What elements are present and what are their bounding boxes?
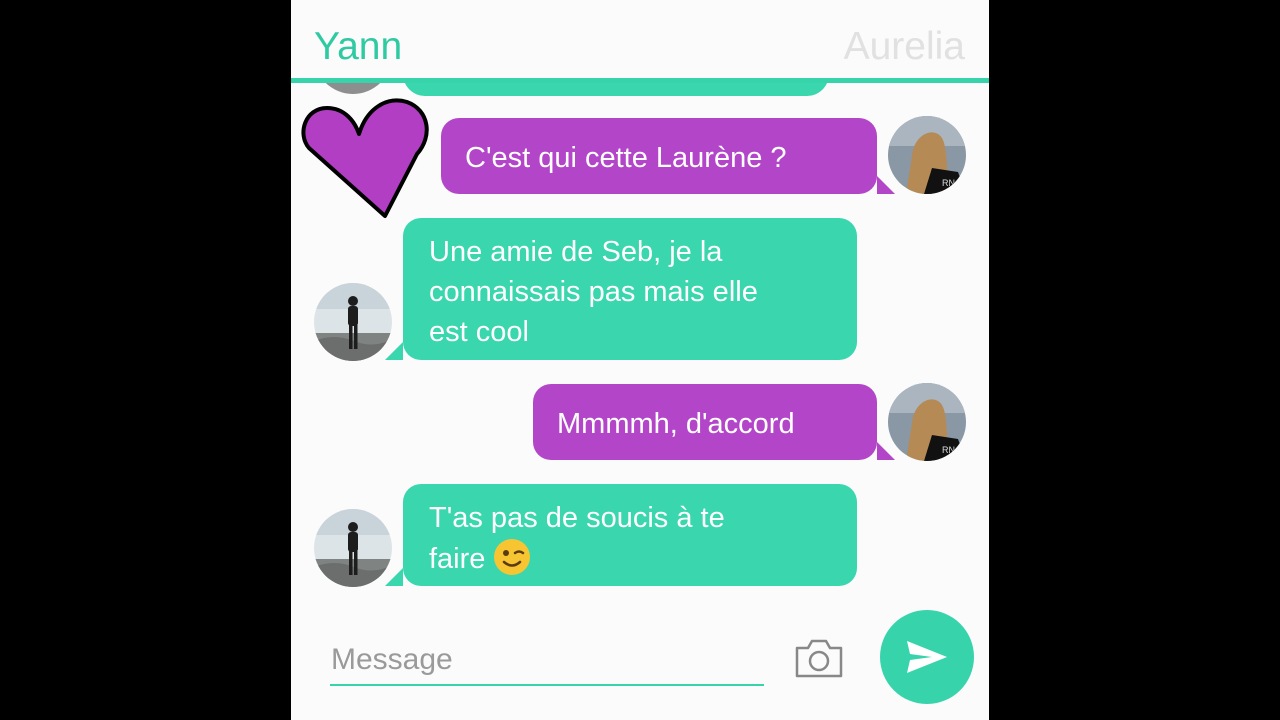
header-divider — [291, 78, 989, 83]
chat-header: Yann Aurelia — [291, 0, 989, 80]
bubble-tail — [385, 568, 403, 586]
svg-text:RNA: RNA — [942, 178, 961, 188]
message-bubble-aurelia-2: Mmmmh, d'accord — [533, 384, 877, 460]
message-text: C'est qui cette Laurène ? — [465, 142, 787, 174]
message-bubble-yann-1: Une amie de Seb, je la connaissais pas m… — [403, 218, 857, 360]
svg-text:RNA: RNA — [942, 445, 961, 455]
aurelia-avatar[interactable]: RNA — [888, 116, 966, 194]
send-icon — [907, 641, 947, 673]
message-line: connaissais pas mais elle — [429, 276, 758, 308]
message-input-underline — [330, 684, 764, 686]
message-bubble-aurelia-1: C'est qui cette Laurène ? — [441, 118, 877, 194]
winking-face-emoji — [494, 539, 531, 575]
yann-avatar[interactable] — [314, 283, 392, 361]
chat-screen: Yann Aurelia C'est qui cette Laurène ? R… — [291, 0, 989, 720]
message-line: faire — [429, 543, 486, 575]
message-line: T'as pas de soucis à te — [429, 502, 725, 534]
heart-icon — [301, 98, 429, 218]
send-button[interactable] — [880, 610, 974, 704]
yann-avatar[interactable] — [314, 509, 392, 587]
message-line: est cool — [429, 316, 529, 348]
bubble-tail — [877, 442, 895, 460]
contact-name-aurelia[interactable]: Aurelia — [844, 24, 965, 70]
message-text: Mmmmh, d'accord — [557, 408, 795, 440]
message-input[interactable] — [331, 638, 751, 682]
message-line-with-emoji: faire — [429, 538, 857, 579]
message-bubble-yann-2: T'as pas de soucis à te faire — [403, 484, 857, 586]
camera-icon[interactable] — [793, 636, 845, 680]
contact-name-yann[interactable]: Yann — [314, 24, 402, 70]
message-line: Une amie de Seb, je la — [429, 236, 723, 268]
aurelia-avatar[interactable]: RNA — [888, 383, 966, 461]
bubble-tail — [877, 176, 895, 194]
bubble-tail — [385, 342, 403, 360]
